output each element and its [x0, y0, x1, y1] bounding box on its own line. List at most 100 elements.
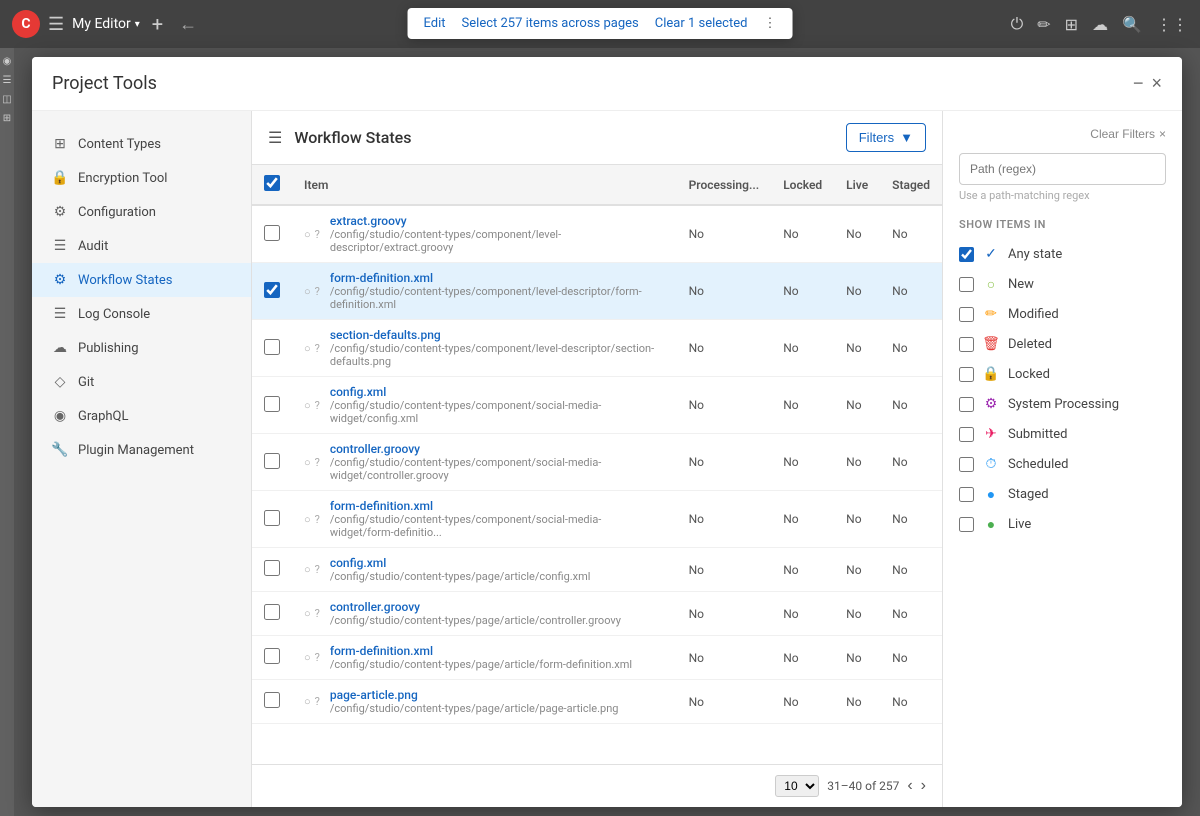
filter-checkbox-locked[interactable] [959, 367, 974, 382]
row-checkbox-cell[interactable] [252, 491, 292, 548]
filter-checkbox-new[interactable] [959, 277, 974, 292]
state-label-live: Live [1008, 517, 1031, 532]
row-checkbox-cell[interactable] [252, 592, 292, 636]
back-button[interactable]: ← [179, 14, 197, 35]
select-all-header[interactable] [252, 165, 292, 205]
sidebar-item-graphql[interactable]: ◉ GraphQL [32, 399, 251, 433]
grid-icon[interactable]: ⊞ [1065, 15, 1078, 34]
item-name[interactable]: extract.groovy [330, 214, 665, 228]
side-icon-4[interactable]: ⊞ [3, 113, 11, 124]
filter-state-modified[interactable]: ✏ Modified [959, 299, 1166, 329]
filter-checkbox-modified[interactable] [959, 307, 974, 322]
item-name[interactable]: controller.groovy [330, 600, 621, 614]
filter-checkbox-scheduled[interactable] [959, 457, 974, 472]
sidebar-item-audit[interactable]: ☰ Audit [32, 229, 251, 263]
row-checkbox[interactable] [264, 510, 280, 526]
row-checkbox[interactable] [264, 560, 280, 576]
filter-checkbox-deleted[interactable] [959, 337, 974, 352]
table-menu-icon[interactable]: ☰ [268, 128, 282, 147]
close-button[interactable]: × [1151, 73, 1162, 94]
table-row: ○ ? page-article.png /config/studio/cont… [252, 680, 942, 724]
close-icon[interactable]: × [1159, 127, 1166, 141]
filter-checkbox-staged[interactable] [959, 487, 974, 502]
sidebar-item-log-console[interactable]: ☰ Log Console [32, 297, 251, 331]
select-all-checkbox[interactable] [264, 175, 280, 191]
filters-button[interactable]: Filters ▼ [846, 123, 926, 152]
side-icon-2[interactable]: ☰ [3, 75, 12, 86]
sidebar-item-plugin-management[interactable]: 🔧 Plugin Management [32, 433, 251, 467]
sidebar-item-configuration[interactable]: ⚙ Configuration [32, 195, 251, 229]
sidebar-item-content-types[interactable]: ⊞ Content Types [32, 127, 251, 161]
row-checkbox-cell[interactable] [252, 636, 292, 680]
selection-menu-icon[interactable]: ⋮ [763, 16, 776, 31]
filter-state-staged[interactable]: ● Staged [959, 479, 1166, 509]
filter-state-live[interactable]: ● Live [959, 509, 1166, 539]
filter-checkbox-system-processing[interactable] [959, 397, 974, 412]
filter-checkbox-any[interactable] [959, 247, 974, 262]
filter-checkbox-submitted[interactable] [959, 427, 974, 442]
minimize-button[interactable]: − [1133, 73, 1144, 94]
filter-state-any[interactable]: ✓ Any state [959, 239, 1166, 269]
filter-state-submitted[interactable]: ✈ Submitted [959, 419, 1166, 449]
table-header-bar: ☰ Workflow States Filters ▼ [252, 111, 942, 165]
filter-state-scheduled[interactable]: ⏱ Scheduled [959, 449, 1166, 479]
search-icon[interactable]: 🔍 [1122, 15, 1142, 34]
row-checkbox[interactable] [264, 604, 280, 620]
app-logo[interactable]: C [12, 10, 40, 38]
clear-filters-button[interactable]: Clear Filters × [1090, 127, 1166, 141]
sidebar-item-publishing[interactable]: ☁ Publishing [32, 331, 251, 365]
editor-selector[interactable]: My Editor ▾ [72, 16, 140, 32]
edit-link[interactable]: Edit [424, 16, 446, 31]
side-icon-1[interactable]: ◉ [3, 56, 12, 67]
filter-state-locked[interactable]: 🔒 Locked [959, 359, 1166, 389]
sidebar-item-git[interactable]: ◇ Git [32, 365, 251, 399]
row-checkbox[interactable] [264, 282, 280, 298]
filter-state-new[interactable]: ○ New [959, 269, 1166, 299]
side-icon-3[interactable]: ◫ [2, 94, 11, 105]
state-icon-submitted: ✈ [982, 425, 1000, 443]
row-checkbox[interactable] [264, 692, 280, 708]
path-regex-input[interactable] [959, 153, 1166, 185]
edit-icon[interactable]: ✏ [1037, 15, 1050, 34]
item-name[interactable]: form-definition.xml [330, 499, 665, 513]
item-name[interactable]: controller.groovy [330, 442, 665, 456]
table-row: ○ ? form-definition.xml /config/studio/c… [252, 636, 942, 680]
add-button[interactable]: + [152, 12, 163, 36]
row-checkbox-cell[interactable] [252, 205, 292, 263]
item-name[interactable]: section-defaults.png [330, 328, 665, 342]
item-name[interactable]: config.xml [330, 385, 665, 399]
select-all-link[interactable]: Select 257 items across pages [462, 16, 639, 31]
row-checkbox[interactable] [264, 225, 280, 241]
row-checkbox-cell[interactable] [252, 680, 292, 724]
next-page-button[interactable]: › [921, 777, 926, 795]
content-area: ☰ Workflow States Filters ▼ [252, 111, 942, 807]
item-name[interactable]: form-definition.xml [330, 271, 665, 285]
sidebar-item-workflow-states[interactable]: ⚙ Workflow States [32, 263, 251, 297]
row-checkbox[interactable] [264, 396, 280, 412]
power-icon[interactable]: ⏻ [1011, 14, 1024, 34]
filter-state-deleted[interactable]: 🗑 Deleted [959, 329, 1166, 359]
row-checkbox-cell[interactable] [252, 377, 292, 434]
sidebar-item-encryption-tool[interactable]: 🔒 Encryption Tool [32, 161, 251, 195]
item-name[interactable]: config.xml [330, 556, 591, 570]
cloud-icon[interactable]: ☁ [1092, 15, 1108, 34]
clear-selection-link[interactable]: Clear 1 selected [655, 16, 748, 31]
row-checkbox-cell[interactable] [252, 548, 292, 592]
row-checkbox-cell[interactable] [252, 434, 292, 491]
row-checkbox[interactable] [264, 453, 280, 469]
row-checkbox[interactable] [264, 648, 280, 664]
state-icon-locked: 🔒 [982, 365, 1000, 383]
row-checkbox-cell[interactable] [252, 263, 292, 320]
menu-icon[interactable]: ☰ [48, 14, 64, 35]
item-name[interactable]: form-definition.xml [330, 644, 632, 658]
prev-page-button[interactable]: ‹ [907, 777, 912, 795]
filter-state-system-processing[interactable]: ⚙ System Processing [959, 389, 1166, 419]
item-path: /config/studio/content-types/page/articl… [330, 658, 632, 671]
per-page-select[interactable]: 10 [775, 775, 819, 797]
row-checkbox[interactable] [264, 339, 280, 355]
apps-icon[interactable]: ⋮⋮ [1156, 15, 1188, 34]
sidebar-item-label: Git [78, 375, 94, 390]
row-checkbox-cell[interactable] [252, 320, 292, 377]
item-name[interactable]: page-article.png [330, 688, 619, 702]
filter-checkbox-live[interactable] [959, 517, 974, 532]
